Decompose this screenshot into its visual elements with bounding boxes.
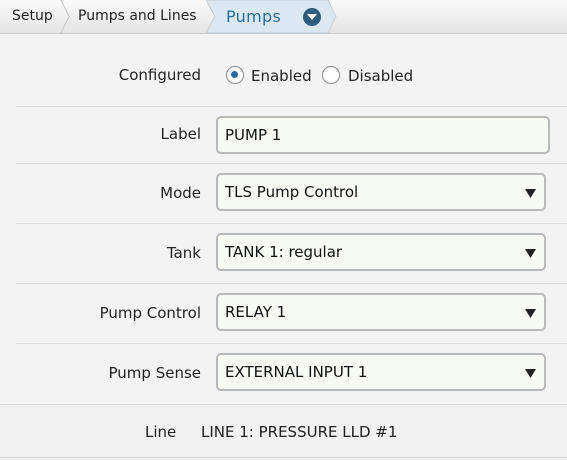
dropdown-arrow-icon (525, 309, 536, 318)
row-divider (16, 343, 567, 344)
tank-select[interactable]: TANK 1: regular (216, 233, 546, 271)
line-section: Line LINE 1: PRESSURE LLD #1 (0, 404, 567, 460)
dropdown-arrow-icon (525, 249, 536, 258)
mode-select[interactable]: TLS Pump Control (216, 173, 546, 211)
pump-control-select-value: RELAY 1 (225, 303, 287, 321)
breadcrumb-item-pumps-and-lines[interactable]: Pumps and Lines (78, 0, 197, 33)
mode-label: Mode (160, 184, 201, 202)
label-input[interactable]: PUMP 1 (216, 116, 550, 154)
pump-control-label: Pump Control (99, 304, 201, 322)
chevron-down-icon[interactable] (303, 8, 321, 26)
label-input-value: PUMP 1 (225, 126, 282, 144)
section-divider (0, 457, 567, 458)
pump-sense-label: Pump Sense (108, 364, 202, 382)
breadcrumb-separator (60, 0, 70, 33)
mode-select-value: TLS Pump Control (225, 183, 359, 201)
row-divider (16, 283, 567, 284)
pump-control-select[interactable]: RELAY 1 (216, 293, 546, 331)
breadcrumb: Setup Pumps and Lines Pumps (0, 0, 567, 34)
pump-sense-select[interactable]: EXTERNAL INPUT 1 (216, 353, 546, 391)
row-divider (16, 223, 567, 224)
tank-label: Tank (166, 244, 201, 262)
pump-sense-select-value: EXTERNAL INPUT 1 (225, 363, 368, 381)
configured-label: Configured (118, 66, 201, 84)
line-value: LINE 1: PRESSURE LLD #1 (201, 423, 398, 441)
breadcrumb-item-setup[interactable]: Setup (12, 0, 53, 33)
radio-disabled-label[interactable]: Disabled (348, 66, 413, 86)
breadcrumb-current-label: Pumps (226, 7, 282, 26)
row-divider (16, 163, 567, 164)
dropdown-arrow-icon (525, 189, 536, 198)
row-divider (16, 106, 567, 107)
dropdown-arrow-icon (525, 369, 536, 378)
tank-select-value: TANK 1: regular (225, 243, 343, 261)
label-field-label: Label (160, 125, 201, 143)
line-label: Line (145, 423, 177, 441)
radio-enabled-label[interactable]: Enabled (251, 66, 312, 86)
radio-enabled[interactable] (226, 66, 244, 84)
radio-disabled[interactable] (322, 66, 340, 84)
